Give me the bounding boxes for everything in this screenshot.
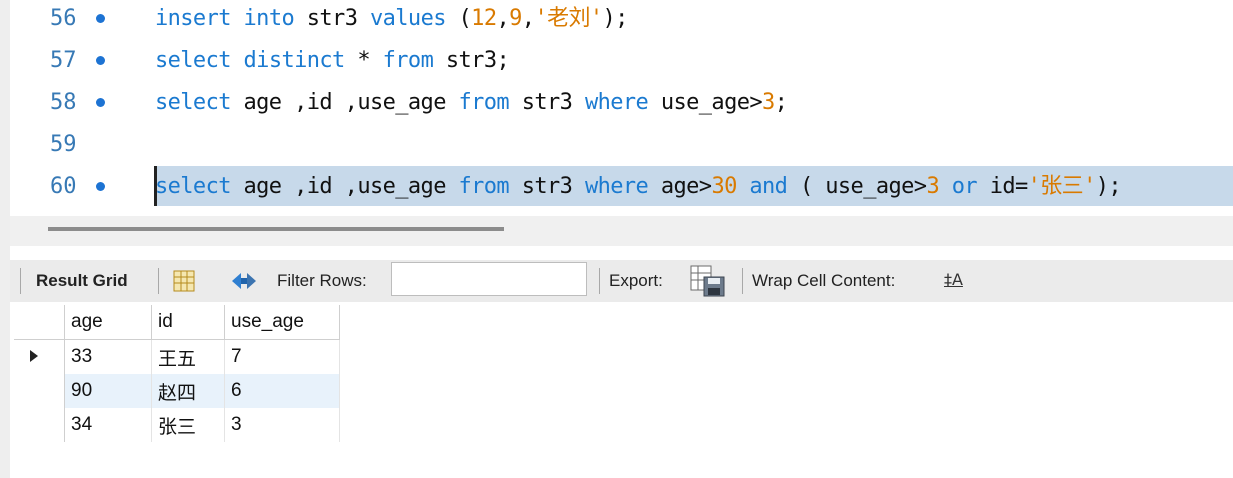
code-token: where [584, 90, 649, 115]
result-grid-tab[interactable]: Result Grid [36, 260, 128, 302]
code-token: or [951, 174, 978, 199]
code-token: '老刘' [534, 6, 603, 31]
code-text: select age ,id ,use_age from str3 where … [155, 86, 788, 120]
code-token: ); [602, 6, 629, 31]
sql-editor[interactable]: 56 insert into str3 values (12,9,'老刘'); 57… [10, 0, 1233, 214]
column-header[interactable]: age [64, 305, 152, 340]
code-token: 12 [471, 6, 497, 31]
code-token: ); [1095, 174, 1122, 199]
code-token: str3 [509, 90, 585, 115]
statement-marker-icon[interactable] [96, 56, 105, 65]
table-cell[interactable]: 7 [224, 339, 340, 374]
wrap-cell-icon[interactable]: ‡A [944, 270, 963, 289]
scrollbar-thumb[interactable] [48, 227, 504, 231]
code-token: id= [977, 174, 1029, 199]
code-token: 30 [711, 174, 737, 199]
row-header-corner [14, 305, 65, 340]
filter-rows-label: Filter Rows: [277, 271, 367, 290]
table-row[interactable]: 34 张三 3 [14, 408, 340, 442]
table-cell[interactable]: 34 [64, 408, 152, 442]
line-number: 57 [50, 48, 77, 73]
line-number: 56 [50, 6, 77, 31]
refresh-icon[interactable] [229, 270, 259, 296]
code-token: ; [774, 90, 788, 115]
code-token: and [749, 174, 788, 199]
code-token: * [344, 48, 383, 73]
row-header[interactable] [14, 374, 65, 408]
table-row[interactable]: 33 王五 7 [14, 339, 340, 374]
row-header[interactable] [14, 408, 65, 442]
table-row[interactable]: 90 赵四 6 [14, 374, 340, 408]
code-token: insert [155, 6, 231, 31]
code-line[interactable]: 57 select distinct * from str3; [10, 44, 1233, 78]
code-token: 3 [762, 90, 775, 115]
table-cell[interactable]: 赵四 [151, 374, 225, 408]
code-text: insert into str3 values (12,9,'老刘'); [155, 2, 628, 36]
current-row-arrow-icon [30, 350, 38, 362]
statement-marker-icon[interactable] [96, 14, 105, 23]
column-header[interactable]: id [151, 305, 225, 340]
export-icon[interactable] [690, 265, 726, 301]
code-token: ( [445, 6, 472, 31]
filter-rows-input[interactable] [391, 262, 587, 296]
code-token: str3 [509, 174, 585, 199]
grid-view-icon[interactable] [173, 270, 195, 296]
code-token: from [382, 48, 434, 73]
table-cell[interactable]: 张三 [151, 408, 225, 442]
code-token: use_age> [648, 90, 763, 115]
code-token: , [496, 6, 510, 31]
table-cell[interactable]: 3 [224, 408, 340, 442]
line-number: 58 [50, 90, 77, 115]
code-token: select [155, 174, 231, 199]
code-token: values [370, 6, 446, 31]
code-line[interactable]: 60 select age ,id ,use_age from str3 wher… [10, 170, 1233, 204]
table-cell[interactable]: 王五 [151, 339, 225, 374]
code-line[interactable]: 58 select age ,id ,use_age from str3 wher… [10, 86, 1233, 120]
table-cell[interactable]: 90 [64, 374, 152, 408]
line-number: 60 [50, 174, 77, 199]
code-token: str3; [433, 48, 510, 73]
code-token: where [584, 174, 649, 199]
code-token: age ,id ,use_age [230, 174, 459, 199]
horizontal-scrollbar[interactable] [10, 216, 1233, 246]
row-header[interactable] [14, 339, 65, 374]
export-label: Export: [609, 271, 663, 290]
code-token: age> [648, 174, 712, 199]
statement-marker-icon[interactable] [96, 98, 105, 107]
grid-header-row: age id use_age [14, 305, 340, 340]
code-token: 9 [509, 6, 522, 31]
code-text: select distinct * from str3; [155, 44, 510, 78]
column-header[interactable]: use_age [224, 305, 340, 340]
result-grid: age id use_age 33 王五 7 90 赵四 6 34 张三 3 [14, 305, 340, 442]
code-text: select age ,id ,use_age from str3 where … [155, 170, 1122, 204]
code-token: from [458, 174, 510, 199]
line-number: 59 [50, 132, 77, 157]
code-line[interactable]: 56 insert into str3 values (12,9,'老刘'); [10, 2, 1233, 36]
toolbar-separator [742, 268, 743, 294]
wrap-cell-content-label: Wrap Cell Content: [752, 271, 896, 290]
toolbar-separator [20, 268, 21, 294]
code-token: distinct [243, 48, 346, 73]
code-token: from [458, 90, 510, 115]
code-token: age ,id ,use_age [230, 90, 459, 115]
table-cell[interactable]: 33 [64, 339, 152, 374]
code-token: str3 [294, 6, 370, 31]
table-cell[interactable]: 6 [224, 374, 340, 408]
statement-marker-icon[interactable] [96, 182, 105, 191]
code-token: into [243, 6, 295, 31]
code-token: '张三' [1027, 174, 1097, 199]
left-gutter-bar [0, 0, 10, 478]
toolbar-separator [599, 268, 600, 294]
code-token: ( use_age> [787, 174, 927, 199]
toolbar-separator [158, 268, 159, 294]
code-token: , [521, 6, 535, 31]
code-line[interactable]: 59 [10, 128, 1233, 162]
code-token: select [155, 48, 231, 73]
code-token: 3 [926, 174, 940, 199]
code-token: select [155, 90, 231, 115]
